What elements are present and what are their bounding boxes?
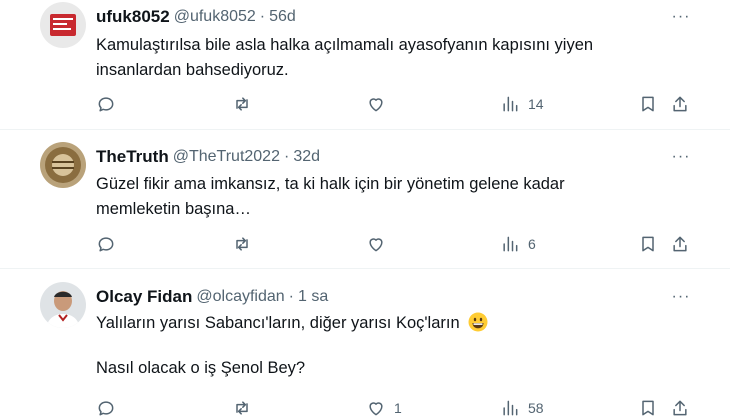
reply-icon <box>98 237 114 252</box>
retweet-button[interactable] <box>232 232 252 256</box>
like-button[interactable]: 1 <box>366 396 402 420</box>
timestamp[interactable]: 1 sa <box>298 288 328 306</box>
avatar[interactable] <box>40 2 86 48</box>
tweet-text-line: Yalıların yarısı Sabancı'ların, diğer ya… <box>96 311 656 336</box>
share-button[interactable] <box>670 232 690 256</box>
avatar[interactable] <box>40 282 86 328</box>
like-button[interactable] <box>366 232 386 256</box>
tweet-text: Güzel fikir ama imkansız, ta ki halk içi… <box>96 172 656 222</box>
views-button[interactable]: 14 <box>500 92 544 116</box>
username[interactable]: @ufuk8052 <box>174 8 256 26</box>
views-count: 58 <box>528 400 544 416</box>
retweet-button[interactable] <box>232 396 252 420</box>
tweet[interactable]: ufuk8052 @ufuk8052 · 56d ··· Kamulaştırı… <box>0 0 730 130</box>
tweet-divider <box>0 268 730 269</box>
share-icon <box>673 96 687 112</box>
heart-icon <box>369 98 383 112</box>
share-icon <box>673 400 687 416</box>
tweet[interactable]: Olcay Fidan @olcayfidan · 1 sa ··· Yalıl… <box>0 270 730 420</box>
views-count: 6 <box>528 236 536 252</box>
reply-icon <box>98 401 114 416</box>
grinning-face-icon <box>468 312 488 332</box>
avatar[interactable] <box>40 142 86 188</box>
display-name[interactable]: Olcay Fidan <box>96 287 192 307</box>
heart-icon <box>369 402 383 416</box>
bookmark-icon <box>642 236 654 252</box>
retweet-icon <box>236 237 248 251</box>
tweet-text-line-content: Yalıların yarısı Sabancı'ların, diğer ya… <box>96 314 460 332</box>
tweet-text-line: memleketin başına… <box>96 200 251 218</box>
tweet-header: ufuk8052 @ufuk8052 · 56d <box>96 6 296 28</box>
analytics-icon <box>503 236 518 252</box>
tweet-text: Yalıların yarısı Sabancı'ların, diğer ya… <box>96 311 656 381</box>
timestamp[interactable]: 32d <box>293 148 320 166</box>
username[interactable]: @olcayfidan <box>196 288 284 306</box>
share-icon <box>673 236 687 252</box>
reply-icon <box>98 97 114 112</box>
likes-count: 1 <box>394 400 402 416</box>
more-options-icon[interactable]: ··· <box>670 6 692 28</box>
tweet-text: Kamulaştırılsa bile asla halka açılmamal… <box>96 33 656 83</box>
tweet[interactable]: TheTruth @TheTrut2022 · 32d ··· Güzel fi… <box>0 130 730 270</box>
display-name[interactable]: ufuk8052 <box>96 7 170 27</box>
bookmark-button[interactable] <box>638 396 658 420</box>
analytics-icon <box>503 96 518 112</box>
bookmark-icon <box>642 96 654 112</box>
analytics-icon <box>503 400 518 416</box>
tweet-actions: 1 58 <box>96 396 696 420</box>
share-button[interactable] <box>670 92 690 116</box>
tweet-actions: 6 <box>96 232 696 256</box>
separator-dot: · <box>283 148 290 165</box>
tweet-actions: 14 <box>96 92 696 116</box>
views-button[interactable]: 58 <box>500 396 544 420</box>
timestamp[interactable]: 56d <box>269 8 296 26</box>
retweet-button[interactable] <box>232 92 252 116</box>
username[interactable]: @TheTrut2022 <box>173 148 280 166</box>
tweet-text-line: insanlardan bahsediyoruz. <box>96 61 289 79</box>
tweet-header: TheTruth @TheTrut2022 · 32d <box>96 146 320 168</box>
views-count: 14 <box>528 96 544 112</box>
retweet-icon <box>236 401 248 415</box>
views-button[interactable]: 6 <box>500 232 536 256</box>
bookmark-button[interactable] <box>638 92 658 116</box>
share-button[interactable] <box>670 396 690 420</box>
like-button[interactable] <box>366 92 386 116</box>
reply-button[interactable] <box>96 232 116 256</box>
more-options-icon[interactable]: ··· <box>670 286 692 308</box>
separator-dot: · <box>288 288 294 305</box>
tweet-text-line: Güzel fikir ama imkansız, ta ki halk içi… <box>96 175 565 193</box>
bookmark-button[interactable] <box>638 232 658 256</box>
separator-dot: · <box>259 8 266 25</box>
display-name[interactable]: TheTruth <box>96 147 169 167</box>
tweet-text-line: Nasıl olacak o iş Şenol Bey? <box>96 359 306 377</box>
bookmark-icon <box>642 400 654 416</box>
tweet-header: Olcay Fidan @olcayfidan · 1 sa <box>96 286 328 308</box>
reply-button[interactable] <box>96 92 116 116</box>
heart-icon <box>369 238 383 252</box>
reply-button[interactable] <box>96 396 116 420</box>
more-options-icon[interactable]: ··· <box>670 146 692 168</box>
tweet-text-line: Kamulaştırılsa bile asla halka açılmamal… <box>96 36 594 54</box>
retweet-icon <box>236 97 248 111</box>
